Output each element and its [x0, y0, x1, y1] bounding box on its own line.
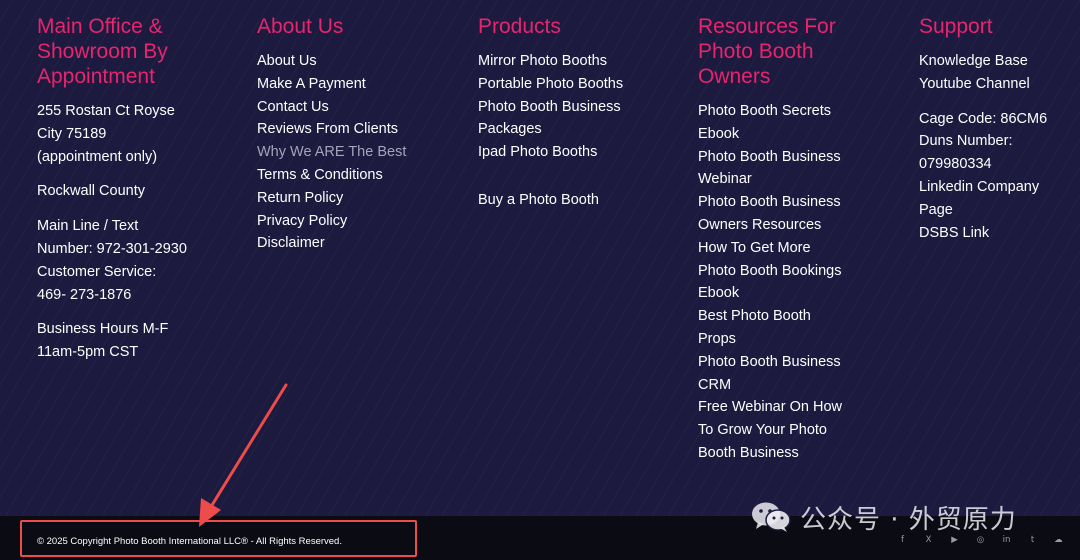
address-line: (appointment only) [37, 148, 158, 165]
link-text-line: To Grow Your Photo [698, 422, 827, 439]
link-text-line: Photo Booth Business [698, 148, 841, 165]
column-resources: Resources For Photo Booth Owners Photo B… [698, 14, 898, 465]
link-text-line: Photo Booth Secrets [698, 103, 831, 119]
heading-line: Owners [698, 65, 771, 88]
annotation-highlight-box [20, 520, 417, 557]
cage-code: Cage Code: 86CM6 [919, 110, 1048, 127]
heading-support: Support [919, 15, 993, 38]
hours-line: Business Hours M-F [37, 321, 169, 338]
column-main-office: Main Office & Showroom By Appointment 25… [37, 14, 237, 376]
link-terms-conditions[interactable]: Terms & Conditions [257, 164, 457, 187]
link-knowledge-base[interactable]: Knowledge Base [919, 50, 1079, 73]
business-hours: Business Hours M-F 11am-5pm CST [37, 318, 237, 364]
phone-line: Customer Service: [37, 263, 157, 280]
link-photo-booth-business-crm[interactable]: Photo Booth Business CRM [698, 351, 898, 397]
phone-line: 469- 273-1876 [37, 286, 132, 303]
address-line: 255 Rostan Ct Royse [37, 103, 175, 119]
heading-line: Main Office & [37, 15, 163, 38]
column-support: Support Knowledge Base Youtube Channel C… [919, 14, 1079, 244]
link-make-a-payment[interactable]: Make A Payment [257, 73, 457, 96]
duns-label: Duns Number: [919, 133, 1013, 150]
link-contact-us[interactable]: Contact Us [257, 96, 457, 119]
heading-line: Photo Booth [698, 40, 814, 63]
link-text-line: Photo Booth Business [698, 194, 841, 211]
link-free-webinar[interactable]: Free Webinar On How To Grow Your Photo B… [698, 396, 898, 464]
link-text-line: Page [919, 201, 953, 218]
link-linkedin-company-page[interactable]: Linkedin Company Page [919, 176, 1079, 222]
link-disclaimer[interactable]: Disclaimer [257, 232, 457, 255]
heading-resources: Resources For Photo Booth Owners [698, 14, 898, 89]
address: 255 Rostan Ct Royse City 75189 (appointm… [37, 100, 237, 168]
watermark-text: 公众号 · 外贸原力 [800, 504, 1017, 535]
column-about-us: About Us About Us Make A Payment Contact… [257, 14, 457, 255]
link-photo-booth-business-packages[interactable]: Photo Booth Business Packages [478, 96, 678, 142]
link-ipad-photo-booths[interactable]: Ipad Photo Booths [478, 141, 678, 164]
link-portable-photo-booths[interactable]: Portable Photo Booths [478, 73, 678, 96]
heading-line: Resources For [698, 15, 836, 38]
link-dsbs[interactable]: DSBS Link [919, 222, 1079, 245]
link-text-line: Props [698, 330, 736, 347]
link-photo-booth-business-webinar[interactable]: Photo Booth Business Webinar [698, 146, 898, 192]
link-text-line: Photo Booth Bookings [698, 262, 842, 279]
link-why-we-are-the-best[interactable]: Why We ARE The Best [257, 141, 457, 164]
heading-line: Appointment [37, 65, 155, 88]
hours-line: 11am-5pm CST [37, 344, 139, 361]
link-reviews[interactable]: Reviews From Clients [257, 118, 457, 141]
link-photo-booth-secrets-ebook[interactable]: Photo Booth Secrets Ebook [698, 100, 898, 146]
tumblr-icon[interactable]: t [1025, 532, 1040, 547]
heading-about-us: About Us [257, 15, 344, 38]
link-bookings-ebook[interactable]: How To Get More Photo Booth Bookings Ebo… [698, 237, 898, 305]
phone-numbers: Main Line / Text Number: 972-301-2930 Cu… [37, 215, 237, 306]
link-buy-a-photo-booth[interactable]: Buy a Photo Booth [478, 189, 678, 212]
link-about-us[interactable]: About Us [257, 50, 457, 73]
link-text-line: Linkedin Company [919, 178, 1040, 195]
heading-products: Products [478, 15, 561, 38]
footer-main: Main Office & Showroom By Appointment 25… [0, 0, 1080, 516]
link-text-line: Booth Business [698, 444, 799, 461]
link-text-line: How To Get More [698, 239, 811, 256]
link-text-line: Photo Booth Business [698, 353, 841, 370]
link-text-line: Owners Resources [698, 216, 822, 233]
link-best-photo-booth-props[interactable]: Best Photo Booth Props [698, 305, 898, 351]
link-text-line: CRM [698, 376, 732, 393]
duns-number: 079980334 [919, 156, 992, 173]
link-mirror-photo-booths[interactable]: Mirror Photo Booths [478, 50, 678, 73]
link-privacy-policy[interactable]: Privacy Policy [257, 210, 457, 233]
watermark: 公众号 · 外贸原力 [750, 498, 1017, 536]
wechat-icon [752, 502, 791, 532]
phone-line: Main Line / Text [37, 218, 139, 235]
link-text-line: Ebook [698, 125, 740, 142]
phone-line: Number: 972-301-2930 [37, 240, 187, 257]
link-text-line: Free Webinar On How [698, 399, 842, 416]
link-text-line: Photo Booth Business [478, 98, 621, 115]
soundcloud-icon[interactable]: ☁ [1051, 532, 1066, 547]
link-return-policy[interactable]: Return Policy [257, 187, 457, 210]
heading-line: Showroom By [37, 40, 168, 63]
county: Rockwall County [37, 180, 237, 203]
county-text: Rockwall County [37, 183, 145, 200]
heading-main-office: Main Office & Showroom By Appointment [37, 14, 237, 89]
link-text-line: Webinar [698, 171, 752, 188]
link-text-line: Packages [478, 121, 542, 138]
address-line: City 75189 [37, 125, 107, 142]
link-text-line: Best Photo Booth [698, 308, 811, 325]
link-text-line: Ebook [698, 285, 740, 302]
link-owners-resources[interactable]: Photo Booth Business Owners Resources [698, 191, 898, 237]
link-youtube-channel[interactable]: Youtube Channel [919, 73, 1079, 96]
column-products: Products Mirror Photo Booths Portable Ph… [478, 14, 678, 212]
